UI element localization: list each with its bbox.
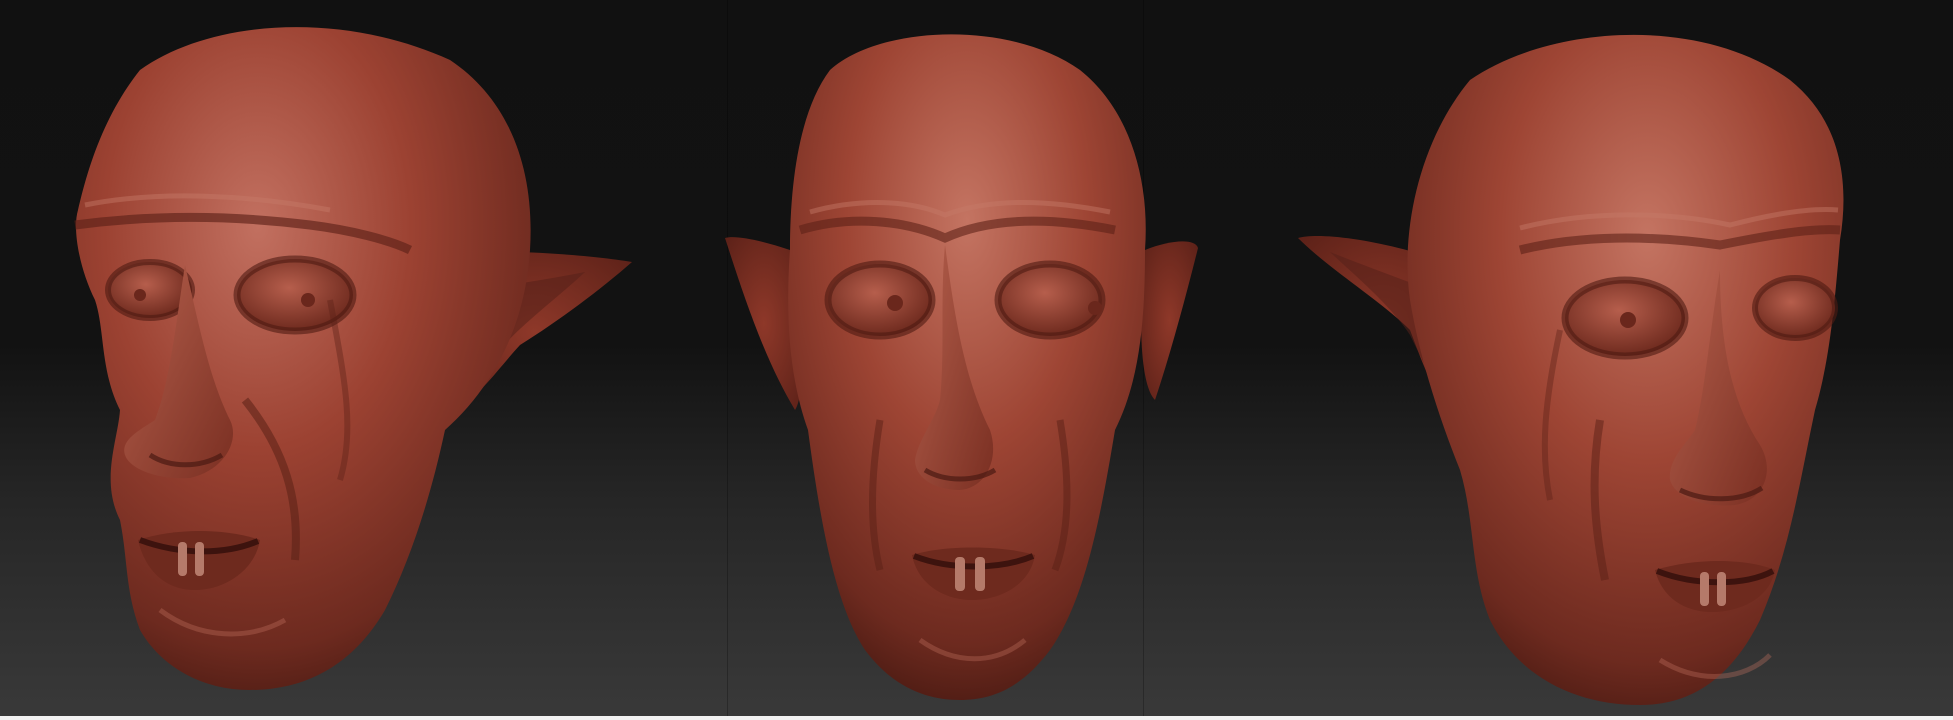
render-viewport [0, 0, 1953, 720]
head-view-front [725, 34, 1198, 701]
ear [1141, 241, 1198, 400]
head-view-three-quarter-left [74, 27, 632, 691]
sculpt-render [74, 27, 1844, 706]
fang [975, 557, 985, 591]
head-silhouette [75, 27, 531, 691]
head-silhouette [788, 34, 1146, 701]
fang [1717, 572, 1726, 606]
fang [955, 557, 965, 591]
bottom-border [0, 716, 1953, 720]
head-view-three-quarter-right [1298, 34, 1844, 706]
fang [178, 542, 187, 576]
fang [1700, 572, 1709, 606]
fang [195, 542, 204, 576]
head-silhouette [1407, 34, 1844, 706]
